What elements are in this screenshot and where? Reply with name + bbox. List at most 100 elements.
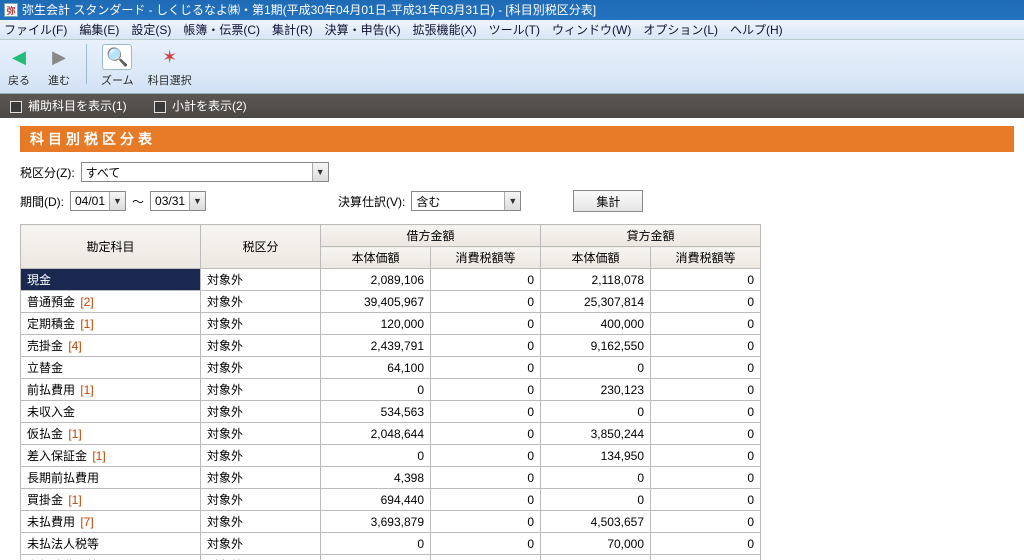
cell-account[interactable]: 前払費用 [1] <box>21 379 201 401</box>
cell-num: 0 <box>651 423 761 445</box>
settle-label: 決算仕訳(V): <box>338 193 405 210</box>
cell-num: 0 <box>541 401 651 423</box>
table-row[interactable]: 未払消費税等対象外407,400000 <box>21 555 761 560</box>
period-to-input[interactable] <box>151 192 189 210</box>
window-title: 弥生会計 スタンダード - しくじるなよ㈱・第1期(平成30年04月01日-平成… <box>22 3 596 17</box>
menu-item[interactable]: オプション(L) <box>643 23 718 37</box>
table-row[interactable]: 立替金対象外64,100000 <box>21 357 761 379</box>
cell-account[interactable]: 未払費用 [7] <box>21 511 201 533</box>
period-to[interactable]: ▼ <box>150 191 206 211</box>
table-row[interactable]: 差入保証金 [1]対象外00134,9500 <box>21 445 761 467</box>
cell-num: 0 <box>431 533 541 555</box>
cell-num: 0 <box>651 445 761 467</box>
cell-tax: 対象外 <box>201 401 321 423</box>
cell-num: 0 <box>541 357 651 379</box>
show-subtotal-checkbox[interactable]: 小計を表示(2) <box>154 94 247 118</box>
toolbar: ◀戻る ▶進む 🔍ズーム ✶科目選択 <box>0 40 1024 94</box>
table-row[interactable]: 前払費用 [1]対象外00230,1230 <box>21 379 761 401</box>
menu-item[interactable]: 決算・申告(K) <box>325 23 401 37</box>
menu-bar: ファイル(F) 編集(E) 設定(S) 帳簿・伝票(C) 集計(R) 決算・申告(K) 拡張… <box>0 20 1024 40</box>
chevron-down-icon[interactable]: ▼ <box>109 192 125 210</box>
menu-item[interactable]: ファイル(F) <box>4 23 67 37</box>
table-row[interactable]: 未払法人税等対象外0070,0000 <box>21 533 761 555</box>
account-select-button[interactable]: ✶ 科目選択 <box>148 44 192 88</box>
table-row[interactable]: 未払費用 [7]対象外3,693,87904,503,6570 <box>21 511 761 533</box>
cell-account[interactable]: 未払法人税等 <box>21 533 201 555</box>
tax-select[interactable]: ▼ <box>81 162 329 182</box>
period-from-input[interactable] <box>71 192 109 210</box>
cell-num: 0 <box>541 555 651 560</box>
cell-account[interactable]: 仮払金 [1] <box>21 423 201 445</box>
aggregate-button[interactable]: 集計 <box>573 190 643 212</box>
menu-item[interactable]: ヘルプ(H) <box>730 23 783 37</box>
cell-account[interactable]: 差入保証金 [1] <box>21 445 201 467</box>
table-row[interactable]: 普通預金 [2]対象外39,405,967025,307,8140 <box>21 291 761 313</box>
cell-num: 0 <box>651 533 761 555</box>
table-row[interactable]: 売掛金 [4]対象外2,439,79109,162,5500 <box>21 335 761 357</box>
cell-num: 0 <box>651 269 761 291</box>
th-debit: 借方金額 <box>321 225 541 247</box>
th-debit-body: 本体価額 <box>321 247 431 269</box>
cell-tax: 対象外 <box>201 313 321 335</box>
table-row[interactable]: 長期前払費用対象外4,398000 <box>21 467 761 489</box>
menu-item[interactable]: 設定(S) <box>131 23 171 37</box>
back-button[interactable]: ◀ 戻る <box>6 44 32 88</box>
settle-select[interactable]: ▼ <box>411 191 521 211</box>
table-row[interactable]: 定期積金 [1]対象外120,0000400,0000 <box>21 313 761 335</box>
cell-num: 0 <box>431 445 541 467</box>
show-sub-checkbox[interactable]: 補助科目を表示(1) <box>10 94 127 118</box>
cell-num: 9,162,550 <box>541 335 651 357</box>
cell-account[interactable]: 普通預金 [2] <box>21 291 201 313</box>
menu-item[interactable]: 集計(R) <box>272 23 313 37</box>
settle-select-input[interactable] <box>412 192 504 210</box>
cell-account[interactable]: 未払消費税等 <box>21 555 201 560</box>
table-wrap: 勘定科目 税区分 借方金額 貸方金額 本体価額 消費税額等 本体価額 消費税額等… <box>0 224 1024 560</box>
cell-account[interactable]: 定期積金 [1] <box>21 313 201 335</box>
page-title-wrap: 科目別税区分表 <box>0 118 1024 152</box>
cell-account[interactable]: 買掛金 [1] <box>21 489 201 511</box>
menu-item[interactable]: 帳簿・伝票(C) <box>183 23 260 37</box>
cell-num: 0 <box>651 401 761 423</box>
menu-item[interactable]: ウィンドウ(W) <box>552 23 631 37</box>
window-titlebar: 弥弥生会計 スタンダード - しくじるなよ㈱・第1期(平成30年04月01日-平… <box>0 0 1024 20</box>
table-row[interactable]: 未収入金対象外534,563000 <box>21 401 761 423</box>
chevron-down-icon[interactable]: ▼ <box>189 192 205 210</box>
back-label: 戻る <box>8 72 30 88</box>
cell-num: 134,950 <box>541 445 651 467</box>
table-row[interactable]: 現金対象外2,089,10602,118,0780 <box>21 269 761 291</box>
cell-num: 25,307,814 <box>541 291 651 313</box>
filter-area: 税区分(Z): ▼ 期間(D): ▼ ～ ▼ 決算仕訳(V): ▼ 集計 <box>0 152 1024 224</box>
cell-num: 0 <box>651 335 761 357</box>
table-row[interactable]: 買掛金 [1]対象外694,440000 <box>21 489 761 511</box>
cell-num: 0 <box>541 467 651 489</box>
menu-item[interactable]: 拡張機能(X) <box>413 23 477 37</box>
cell-tax: 対象外 <box>201 489 321 511</box>
cell-num: 0 <box>431 489 541 511</box>
cell-account[interactable]: 現金 <box>21 269 201 291</box>
cell-num: 230,123 <box>541 379 651 401</box>
tax-label: 税区分(Z): <box>20 164 75 181</box>
select-icon: ✶ <box>157 44 183 70</box>
select-label: 科目選択 <box>148 72 192 88</box>
cell-account[interactable]: 未収入金 <box>21 401 201 423</box>
zoom-button[interactable]: 🔍ズーム <box>101 44 134 88</box>
menu-item[interactable]: ツール(T) <box>489 23 540 37</box>
forward-label: 進む <box>48 72 70 88</box>
cell-num: 2,048,644 <box>321 423 431 445</box>
table-row[interactable]: 仮払金 [1]対象外2,048,64403,850,2440 <box>21 423 761 445</box>
tax-select-input[interactable] <box>82 163 312 181</box>
cell-account[interactable]: 長期前払費用 <box>21 467 201 489</box>
cell-num: 0 <box>651 291 761 313</box>
cell-num: 0 <box>431 291 541 313</box>
tilde: ～ <box>132 193 144 210</box>
cell-account[interactable]: 売掛金 [4] <box>21 335 201 357</box>
cell-num: 0 <box>321 445 431 467</box>
back-icon: ◀ <box>6 44 32 70</box>
th-credit-tax: 消費税額等 <box>651 247 761 269</box>
period-from[interactable]: ▼ <box>70 191 126 211</box>
cell-account[interactable]: 立替金 <box>21 357 201 379</box>
chevron-down-icon[interactable]: ▼ <box>312 163 328 181</box>
chevron-down-icon[interactable]: ▼ <box>504 192 520 210</box>
cell-num: 0 <box>431 423 541 445</box>
menu-item[interactable]: 編集(E) <box>79 23 119 37</box>
